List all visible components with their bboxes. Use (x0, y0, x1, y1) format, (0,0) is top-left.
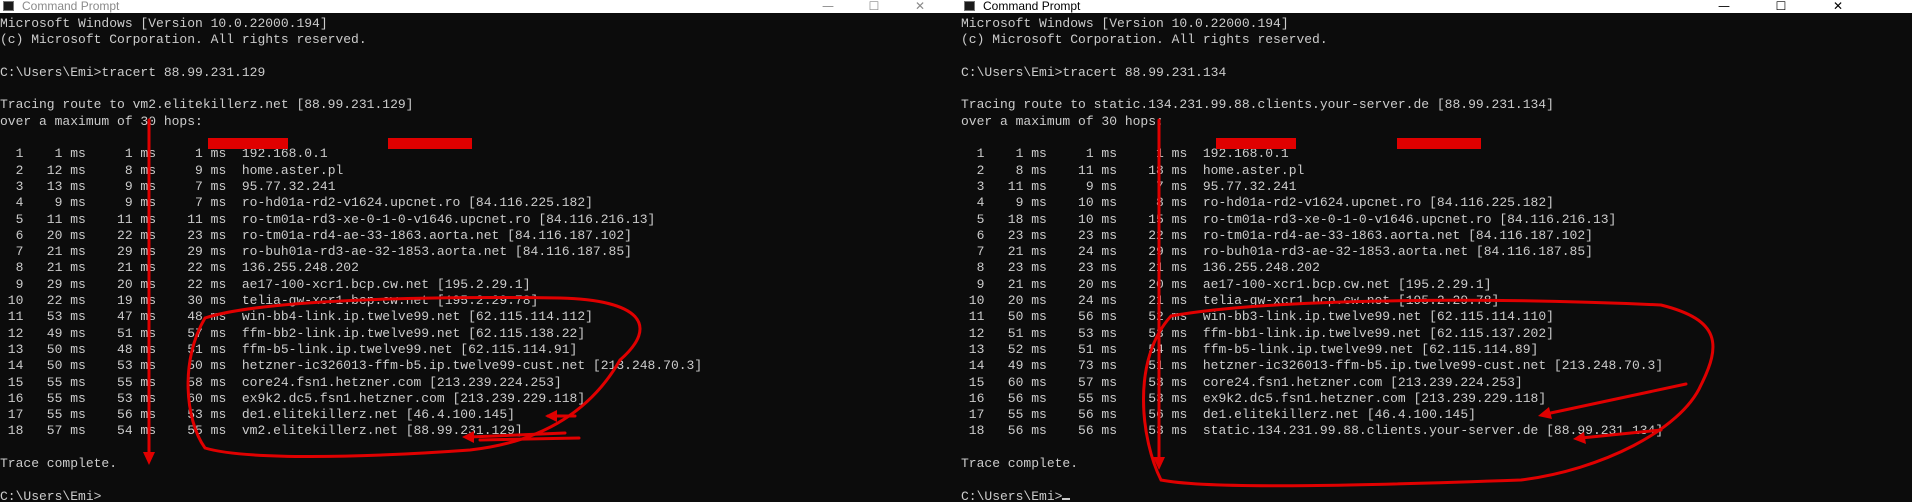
annotation-strokes (147, 118, 642, 462)
annotation-arrow-left (468, 431, 567, 439)
annotation-overlay (143, 118, 642, 465)
command-prompt-window-right[interactable]: Command Prompt — ☐ ✕ Microsoft Windows [… (961, 0, 1912, 502)
arrowhead (143, 452, 155, 465)
annotation-circle (1142, 298, 1715, 488)
annotation-arrowheads (1153, 407, 1586, 470)
annotation-overlay (1142, 118, 1715, 488)
annotation-circle (186, 296, 642, 458)
annotation-arrow-left (1544, 382, 1688, 416)
annotation-arrow-left (478, 436, 581, 442)
command-prompt-window-left[interactable]: Command Prompt — ☐ ✕ Microsoft Windows [… (0, 0, 961, 502)
arrowhead (1538, 407, 1552, 419)
annotation-strokes (1142, 118, 1715, 488)
arrowhead (462, 431, 474, 443)
arrowhead (545, 410, 557, 422)
arrowhead (1573, 432, 1586, 444)
